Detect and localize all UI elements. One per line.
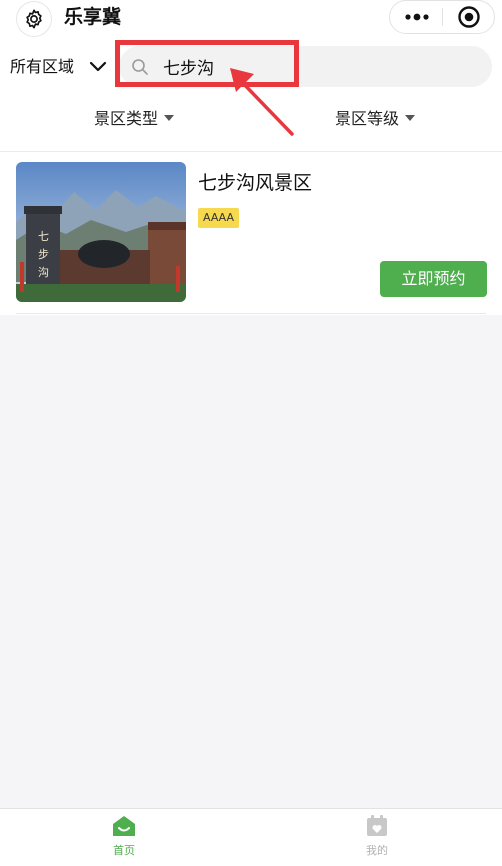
tab-label: 我的 bbox=[366, 844, 388, 857]
thumb-glyph: 七 bbox=[38, 230, 49, 243]
svg-text:步: 步 bbox=[38, 248, 49, 261]
search-icon bbox=[132, 59, 148, 75]
search-box[interactable] bbox=[119, 46, 492, 87]
settings-button[interactable] bbox=[17, 2, 51, 36]
search-input[interactable] bbox=[163, 52, 463, 80]
tab-label: 首页 bbox=[113, 844, 135, 857]
grade-badge: AAAA bbox=[198, 208, 240, 228]
tab-home[interactable]: 首页 bbox=[84, 815, 164, 858]
tab-bar: 首页 我的 bbox=[0, 808, 502, 866]
scenic-list-item[interactable]: 七 步 沟 七步沟风景区 AAAA 立即预约 bbox=[0, 152, 502, 315]
mini-program-capsule bbox=[389, 0, 495, 34]
list-divider bbox=[16, 313, 486, 314]
target-icon[interactable] bbox=[457, 5, 481, 29]
filter-label: 景区等级 bbox=[335, 109, 400, 128]
region-selector[interactable]: 所有区域 bbox=[10, 55, 74, 79]
filter-scenic-type[interactable]: 景区类型 bbox=[94, 108, 175, 130]
scenic-thumbnail: 七 步 沟 bbox=[16, 162, 186, 302]
app-title: 乐享冀 bbox=[64, 6, 122, 28]
top-panel: 乐享冀 所有区域 景区类型 景区等级 bbox=[0, 0, 502, 152]
tab-mine[interactable]: 我的 bbox=[337, 815, 417, 858]
gear-icon bbox=[26, 9, 42, 29]
caret-down-icon bbox=[164, 114, 175, 121]
book-now-button[interactable]: 立即预约 bbox=[380, 261, 487, 297]
svg-text:沟: 沟 bbox=[38, 266, 49, 279]
chevron-down-icon[interactable] bbox=[88, 58, 108, 76]
filter-scenic-grade[interactable]: 景区等级 bbox=[335, 108, 416, 130]
more-dots-icon[interactable] bbox=[404, 9, 430, 25]
scenic-name: 七步沟风景区 bbox=[198, 172, 313, 194]
capsule-divider bbox=[442, 8, 443, 26]
filter-label: 景区类型 bbox=[94, 109, 159, 128]
home-icon bbox=[113, 816, 135, 836]
caret-down-icon bbox=[405, 114, 416, 121]
calendar-heart-icon bbox=[367, 815, 387, 836]
